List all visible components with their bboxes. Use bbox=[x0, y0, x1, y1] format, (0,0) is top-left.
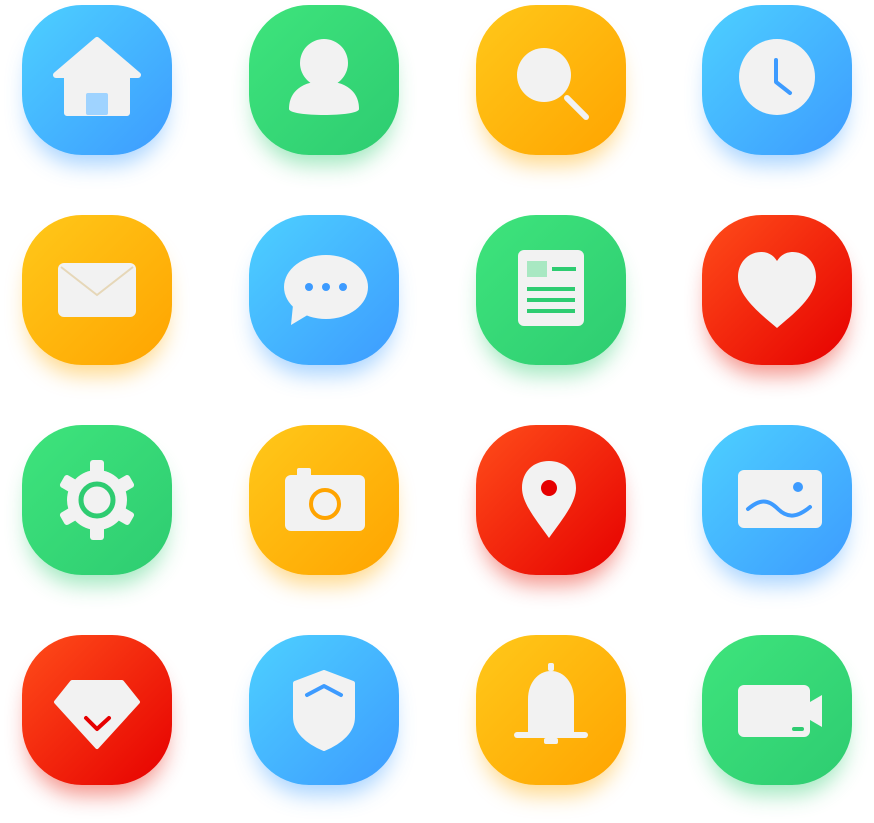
clock-icon bbox=[739, 39, 815, 115]
clock-app-tile[interactable] bbox=[702, 5, 852, 155]
gear-icon bbox=[59, 460, 135, 540]
mail-app-tile[interactable] bbox=[22, 215, 172, 365]
favorites-app-tile[interactable] bbox=[702, 215, 852, 365]
video-camera-icon bbox=[738, 685, 822, 737]
user-app-tile[interactable] bbox=[249, 5, 399, 155]
diamond-icon bbox=[54, 680, 140, 749]
search-icon bbox=[517, 48, 589, 120]
heart-icon bbox=[738, 252, 816, 328]
news-icon bbox=[518, 250, 584, 326]
news-app-tile[interactable] bbox=[476, 215, 626, 365]
home-icon bbox=[53, 37, 141, 116]
image-icon bbox=[738, 470, 822, 528]
app-icon-grid bbox=[0, 0, 874, 823]
location-pin-icon bbox=[522, 461, 576, 538]
camera-icon bbox=[285, 468, 365, 531]
location-app-tile[interactable] bbox=[476, 425, 626, 575]
shield-icon bbox=[293, 670, 355, 751]
gallery-app-tile[interactable] bbox=[702, 425, 852, 575]
bell-icon bbox=[514, 663, 588, 744]
premium-app-tile[interactable] bbox=[22, 635, 172, 785]
chat-app-tile[interactable] bbox=[249, 215, 399, 365]
security-app-tile[interactable] bbox=[249, 635, 399, 785]
camera-app-tile[interactable] bbox=[249, 425, 399, 575]
notifications-app-tile[interactable] bbox=[476, 635, 626, 785]
chat-icon bbox=[284, 255, 368, 325]
user-icon bbox=[289, 39, 359, 115]
video-app-tile[interactable] bbox=[702, 635, 852, 785]
settings-app-tile[interactable] bbox=[22, 425, 172, 575]
home-app-tile[interactable] bbox=[22, 5, 172, 155]
search-app-tile[interactable] bbox=[476, 5, 626, 155]
mail-icon bbox=[58, 263, 136, 317]
